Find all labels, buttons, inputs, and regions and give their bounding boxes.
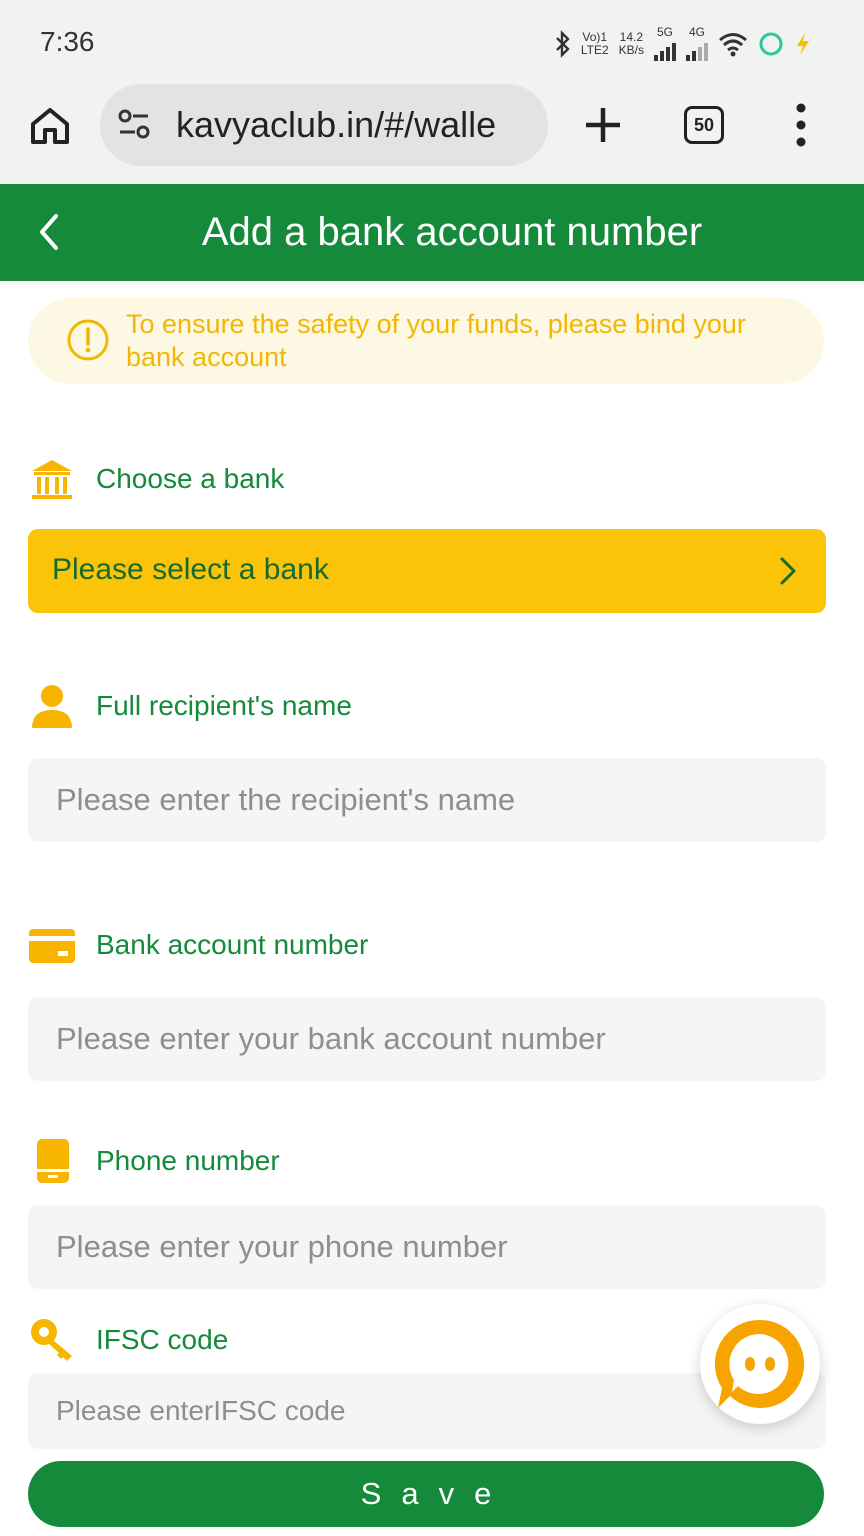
wifi-icon [719,32,747,56]
chat-bubble-icon [714,1319,805,1408]
signal-5g-icon: 5G [654,26,676,61]
signal-4g-icon: 4G [686,26,708,61]
user-icon [28,682,76,730]
card-icon [28,921,76,969]
volte-indicator: Vo)1 LTE2 [580,29,609,57]
account-label: Bank account number [96,929,369,960]
ifsc-label-row: IFSC code [28,1316,228,1364]
key-icon [28,1316,76,1364]
save-button[interactable]: Save [28,1461,824,1527]
browser-toolbar: kavyaclub.in/#/walle 50 [0,84,864,184]
recipient-name-input[interactable] [28,758,826,842]
network-speed: 14.2 KB/s [618,29,644,57]
bank-label-row: Choose a bank [28,455,284,503]
address-bar[interactable]: kavyaclub.in/#/walle [100,84,548,166]
status-icons: Vo)1 LTE2 14.2 KB/s 5G 4G [555,26,812,61]
new-tab-plus-icon[interactable] [580,102,626,148]
home-icon[interactable] [28,104,72,148]
tabs-count-button[interactable]: 50 [684,106,724,144]
more-vert-icon[interactable] [790,102,812,148]
url-text[interactable]: kavyaclub.in/#/walle [176,104,531,146]
page-header: Add a bank account number [0,184,864,281]
status-time: 7:36 [40,26,95,57]
bluetooth-icon [556,29,570,58]
phone-label-row: Phone number [28,1137,280,1185]
notice-text: To ensure the safety of your funds, plea… [126,309,746,372]
name-label: Full recipient's name [96,690,352,721]
phone-icon [28,1137,76,1185]
ifsc-label: IFSC code [96,1324,229,1355]
account-label-row: Bank account number [28,921,368,969]
site-settings-icon[interactable] [116,106,152,142]
phone-number-input[interactable] [28,1205,826,1289]
chat-support-button[interactable] [700,1304,820,1424]
account-number-input[interactable] [28,997,826,1081]
safety-notice: To ensure the safety of your funds, plea… [28,298,824,384]
charging-icon [797,32,809,55]
bank-select-text: Please select a bank [52,553,329,586]
status-bar: 7:36 Vo)1 LTE2 14.2 KB/s 5G 4G [0,0,864,84]
name-label-row: Full recipient's name [28,682,352,730]
alert-circle-icon [67,319,109,361]
chevron-right-icon [780,557,796,585]
bank-label: Choose a bank [96,463,285,494]
battery-icon [759,32,783,55]
bank-icon [28,455,76,503]
page-title: Add a bank account number [201,210,703,254]
bank-select[interactable]: Please select a bank [28,529,826,613]
phone-label: Phone number [96,1145,280,1176]
